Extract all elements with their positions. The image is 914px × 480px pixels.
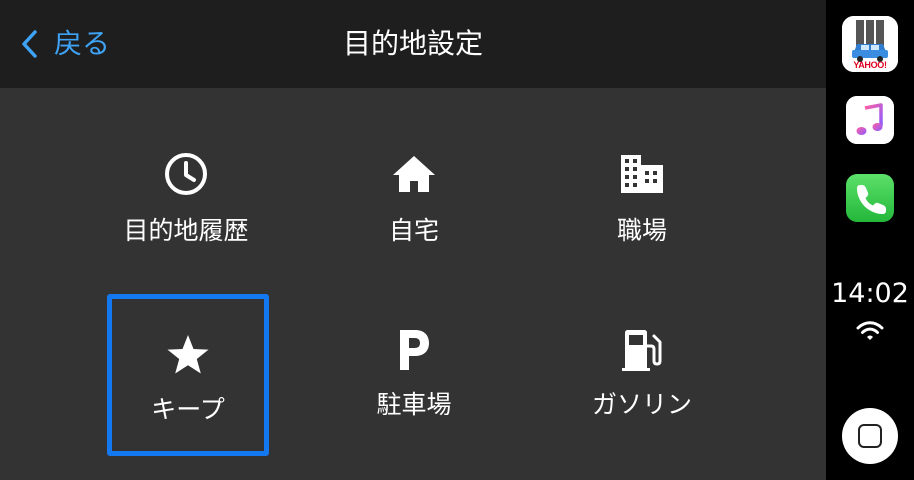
back-button[interactable]: 戻る <box>20 22 110 66</box>
tile-label: キープ <box>151 395 225 424</box>
tile-label: 目的地履歴 <box>123 216 249 245</box>
tile-parking[interactable]: 駐車場 <box>335 294 493 452</box>
tile-gas-station[interactable]: ガソリン <box>563 294 721 452</box>
home-square-icon <box>858 424 882 448</box>
destination-grid: 目的地履歴 自宅 職場 キープ 駐車場 ガソリン <box>0 88 826 480</box>
chevron-left-icon <box>20 29 38 59</box>
status-clock: 14:02 <box>831 278 909 309</box>
tile-office[interactable]: 職場 <box>563 88 721 246</box>
wifi-icon <box>856 318 884 344</box>
phone-icon <box>846 174 894 222</box>
destination-settings-app: 戻る 目的地設定 目的地履歴 自宅 職場 キープ 駐車場 ガソリン <box>0 0 826 480</box>
music-app[interactable] <box>846 96 894 144</box>
star-icon <box>164 331 212 379</box>
page-title: 目的地設定 <box>342 27 483 60</box>
back-label: 戻る <box>54 27 111 60</box>
tile-label: 職場 <box>616 216 667 245</box>
tile-label: 自宅 <box>388 216 439 245</box>
yahoo-carnavi-app[interactable]: YAHOO! <box>842 16 898 72</box>
gas-station-icon <box>618 326 666 374</box>
carplay-dock: YAHOO! 14:02 <box>826 0 914 480</box>
music-icon <box>846 96 894 144</box>
tile-home[interactable]: 自宅 <box>335 88 493 246</box>
clock-icon <box>162 150 210 198</box>
tile-destination-history[interactable]: 目的地履歴 <box>107 88 265 246</box>
tile-label: 駐車場 <box>376 390 452 419</box>
home-icon <box>390 150 438 198</box>
tile-label: ガソリン <box>591 390 692 419</box>
home-button[interactable] <box>842 408 898 464</box>
office-building-icon <box>618 150 666 198</box>
app-logo-text: YAHOO! <box>853 60 887 70</box>
parking-icon <box>390 326 438 374</box>
phone-app[interactable] <box>846 174 894 222</box>
carplay-screen: 戻る 目的地設定 目的地履歴 自宅 職場 キープ 駐車場 ガソリン YAHOO!… <box>0 0 914 480</box>
header-bar: 戻る 目的地設定 <box>0 0 826 88</box>
tile-keep[interactable]: キープ <box>107 294 269 456</box>
